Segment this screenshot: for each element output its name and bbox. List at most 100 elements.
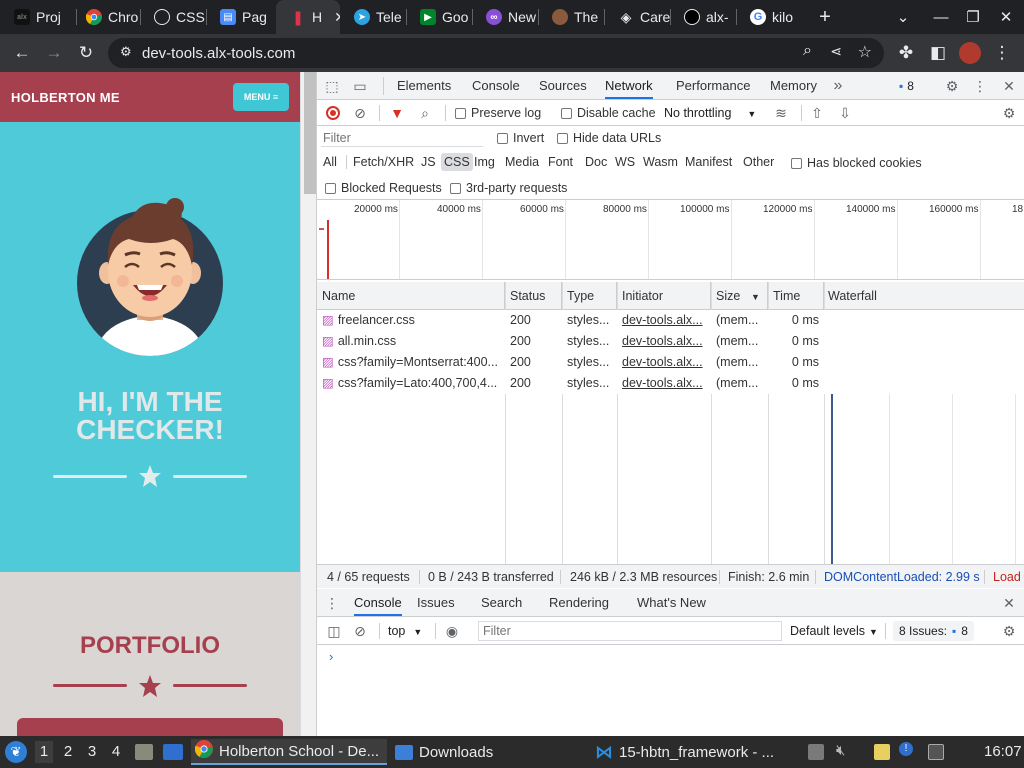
start-menu-icon[interactable]: ❦	[5, 741, 27, 763]
close-window-icon[interactable]: ✕	[990, 0, 1022, 34]
tab-network[interactable]: Network	[605, 72, 653, 99]
type-filter-js[interactable]: JS	[418, 153, 439, 171]
new-tab-button[interactable]: +	[809, 0, 841, 34]
close-devtools-icon[interactable]: ✕	[1000, 77, 1018, 95]
tab-the[interactable]: The	[538, 0, 604, 34]
drawer-tab-rendering[interactable]: Rendering	[549, 589, 609, 616]
type-filter-ws[interactable]: WS	[612, 153, 638, 171]
column-header-waterfall[interactable]: Waterfall	[824, 282, 1024, 310]
type-filter-media[interactable]: Media	[502, 153, 542, 171]
filter-input[interactable]	[321, 129, 483, 147]
drawer-menu-kebab-icon[interactable]: ⋮	[325, 594, 339, 612]
console-output[interactable]: ›	[317, 645, 1024, 736]
column-header-name[interactable]: Name	[317, 282, 505, 310]
bookmark-star-icon[interactable]: ☆	[858, 42, 872, 62]
disable-cache-checkbox[interactable]: Disable cache	[561, 106, 656, 120]
type-filter-manifest[interactable]: Manifest	[682, 153, 735, 171]
more-tabs-chevron-icon[interactable]: »	[829, 77, 847, 95]
console-issues-button[interactable]: 8 Issues: ▪ 8	[893, 621, 974, 641]
workspace-3[interactable]: 3	[83, 743, 101, 760]
task-downloads-window[interactable]: Downloads	[391, 739, 581, 765]
tab-memory[interactable]: Memory	[770, 72, 817, 99]
browser-menu-kebab-icon[interactable]: ⋮	[988, 39, 1016, 67]
initiator-link[interactable]: dev-tools.alx...	[622, 376, 703, 390]
type-filter-wasm[interactable]: Wasm	[640, 153, 681, 171]
filter-funnel-icon[interactable]: ▼	[388, 104, 406, 122]
type-filter-all[interactable]: All	[320, 153, 340, 171]
preserve-log-checkbox[interactable]: Preserve log	[455, 106, 541, 120]
column-header-status[interactable]: Status	[505, 282, 562, 310]
workspace-4[interactable]: 4	[107, 743, 125, 760]
tab-new[interactable]: ∞ New	[472, 0, 538, 34]
back-arrow-icon[interactable]: ←	[8, 39, 36, 67]
tab-chrome[interactable]: Chro	[72, 0, 140, 34]
tab-google-meet[interactable]: ▶ Goo	[406, 0, 472, 34]
portfolio-item[interactable]	[17, 718, 283, 736]
display-tray-icon[interactable]	[928, 744, 944, 760]
initiator-link[interactable]: dev-tools.alx...	[622, 313, 703, 327]
network-settings-gear-icon[interactable]: ⚙	[1000, 104, 1018, 122]
tab-performance[interactable]: Performance	[676, 72, 750, 99]
profile-avatar[interactable]	[956, 39, 984, 67]
table-row[interactable]: ▨ freelancer.css 200 styles... dev-tools.…	[317, 310, 1024, 331]
log-levels-select[interactable]: Default levels ▼	[790, 624, 878, 638]
clear-console-icon[interactable]: ⊘	[351, 622, 369, 640]
desktop-launcher-icon[interactable]	[163, 744, 183, 760]
restore-window-icon[interactable]: ❐	[957, 0, 989, 34]
task-vscode-window[interactable]: ⋈ 15-hbtn_framework - ...	[591, 739, 787, 765]
close-drawer-icon[interactable]: ✕	[1000, 594, 1018, 612]
column-header-initiator[interactable]: Initiator	[617, 282, 711, 310]
clear-icon[interactable]: ⊘	[351, 104, 369, 122]
table-row[interactable]: ▨ css?family=Montserrat:400... 200 styles…	[317, 352, 1024, 373]
device-toolbar-icon[interactable]: ▭	[351, 77, 369, 95]
tab-holberton-active[interactable]: ❚ H ✕	[276, 0, 340, 34]
context-select[interactable]: top ▼	[388, 624, 422, 638]
network-conditions-wifi-icon[interactable]: ≋	[772, 104, 790, 122]
type-filter-doc[interactable]: Doc	[582, 153, 610, 171]
menu-button[interactable]: MENU ≡	[233, 83, 289, 111]
live-expression-eye-icon[interactable]: ◉	[443, 622, 461, 640]
third-party-checkbox[interactable]: 3rd-party requests	[450, 181, 567, 195]
blocked-requests-checkbox[interactable]: Blocked Requests	[325, 181, 442, 195]
tab-google[interactable]: G kilo	[736, 0, 802, 34]
type-filter-fetch-xhr[interactable]: Fetch/XHR	[350, 153, 417, 171]
settings-gear-icon[interactable]: ⚙	[943, 77, 961, 95]
tab-sources[interactable]: Sources	[539, 72, 587, 99]
drawer-tab-console[interactable]: Console	[354, 589, 402, 616]
zoom-search-icon[interactable]: ⌕	[803, 42, 812, 60]
network-overview-timeline[interactable]: 20000 ms 40000 ms 60000 ms 80000 ms 1000…	[317, 200, 1024, 280]
clipboard-tray-icon[interactable]	[808, 744, 824, 760]
update-notifier-icon[interactable]: !	[899, 742, 913, 756]
drawer-tab-issues[interactable]: Issues	[417, 589, 455, 616]
tab-telegram[interactable]: ➤ Tele	[340, 0, 406, 34]
drawer-tab-whats-new[interactable]: What's New	[637, 589, 706, 616]
workspace-1[interactable]: 1	[35, 741, 53, 763]
page-scrollbar[interactable]	[300, 72, 316, 736]
address-bar[interactable]: ⚙ dev-tools.alx-tools.com ⌕ ⋖ ☆	[108, 38, 884, 68]
column-header-time[interactable]: Time	[768, 282, 824, 310]
console-filter-input[interactable]	[478, 621, 782, 641]
task-chrome-window[interactable]: Holberton School - De...	[191, 739, 387, 765]
export-har-icon[interactable]: ⇩	[836, 104, 854, 122]
issues-counter[interactable]: ▪ 8	[895, 77, 918, 95]
hide-data-urls-checkbox[interactable]: Hide data URLs	[557, 131, 661, 145]
initiator-link[interactable]: dev-tools.alx...	[622, 334, 703, 348]
tab-proj[interactable]: alx Proj	[0, 0, 72, 34]
column-header-type[interactable]: Type	[562, 282, 617, 310]
reload-icon[interactable]: ↻	[72, 39, 100, 67]
table-row[interactable]: ▨ all.min.css 200 styles... dev-tools.alx…	[317, 331, 1024, 352]
tab-search-chevron-icon[interactable]: ⌄	[887, 0, 919, 34]
type-filter-img[interactable]: Img	[471, 153, 498, 171]
console-settings-gear-icon[interactable]: ⚙	[1000, 622, 1018, 640]
tab-careers[interactable]: ◈ Care	[604, 0, 670, 34]
workspace-2[interactable]: 2	[59, 743, 77, 760]
tab-github[interactable]: alx-	[670, 0, 736, 34]
initiator-link[interactable]: dev-tools.alx...	[622, 355, 703, 369]
site-brand-link[interactable]: HOLBERTON ME	[11, 90, 120, 105]
record-icon[interactable]	[326, 106, 340, 120]
extensions-puzzle-icon[interactable]: ✤	[892, 39, 920, 67]
tab-page[interactable]: ▤ Pag	[206, 0, 276, 34]
import-har-icon[interactable]: ⇧	[808, 104, 826, 122]
tab-elements[interactable]: Elements	[397, 72, 451, 99]
invert-checkbox[interactable]: Invert	[497, 131, 544, 145]
